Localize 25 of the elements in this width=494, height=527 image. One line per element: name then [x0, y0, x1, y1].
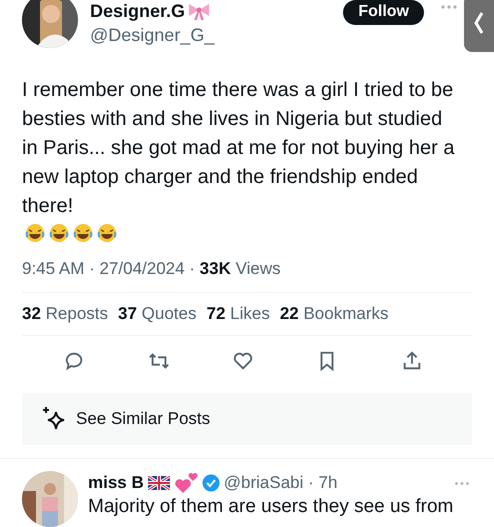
chevron-left-icon	[474, 11, 484, 35]
verified-icon	[202, 474, 220, 492]
laughing-face-icon	[73, 223, 93, 243]
stat-link[interactable]: 22 Bookmarks	[280, 304, 388, 324]
author-name: Designer.G	[90, 0, 186, 22]
flag-icon	[148, 476, 170, 490]
tweet-text: I remember one time there was a girl I tried to be besties with and she lives in Nigeria but studied in Paris... she got mad at me for not buying her a new laptop charger and the friendship ended there!	[22, 78, 456, 219]
reply-handle: @briaSabi · 7h	[224, 472, 338, 494]
hearts-icon	[174, 472, 198, 494]
stat-link[interactable]: 72 Likes	[206, 304, 270, 324]
post-meta: 9:45 AM · 27/04/2024 · 33K Views	[22, 259, 472, 293]
reply-text: Majority of them are users they see us from	[88, 495, 454, 519]
heart-icon[interactable]	[232, 350, 254, 372]
side-panel-tab[interactable]	[464, 0, 494, 52]
laughing-face-icon	[49, 223, 69, 243]
sparkle-icon	[42, 406, 66, 432]
similar-posts-button[interactable]: See Similar Posts	[22, 393, 472, 445]
laughing-face-icon	[97, 223, 117, 243]
stat-link[interactable]: 37 Quotes	[118, 304, 196, 324]
stat-link[interactable]: 32 Reposts	[22, 304, 108, 324]
author-handle: @Designer_G_	[90, 24, 214, 47]
follow-button[interactable]: Follow	[343, 0, 424, 25]
reply-author-name: miss B	[88, 472, 144, 494]
laughing-face-icon	[25, 223, 45, 243]
bow-icon	[187, 1, 212, 21]
